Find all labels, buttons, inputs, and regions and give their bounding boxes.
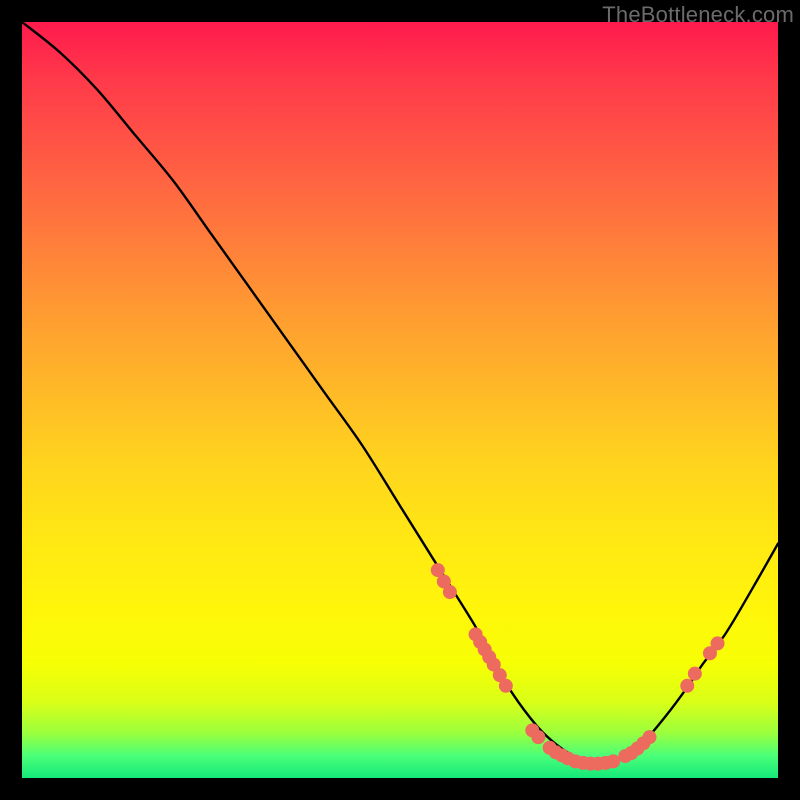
data-dot — [606, 754, 620, 768]
data-dot — [711, 636, 725, 650]
plot-area — [22, 22, 778, 778]
bottleneck-curve — [22, 22, 778, 764]
data-dot — [680, 679, 694, 693]
data-dot — [642, 730, 656, 744]
curve-dots — [431, 563, 725, 771]
curve-layer — [22, 22, 778, 778]
data-dot — [688, 667, 702, 681]
watermark-text: TheBottleneck.com — [602, 2, 794, 28]
chart-frame — [22, 22, 778, 778]
data-dot — [443, 585, 457, 599]
data-dot — [531, 730, 545, 744]
data-dot — [499, 679, 513, 693]
